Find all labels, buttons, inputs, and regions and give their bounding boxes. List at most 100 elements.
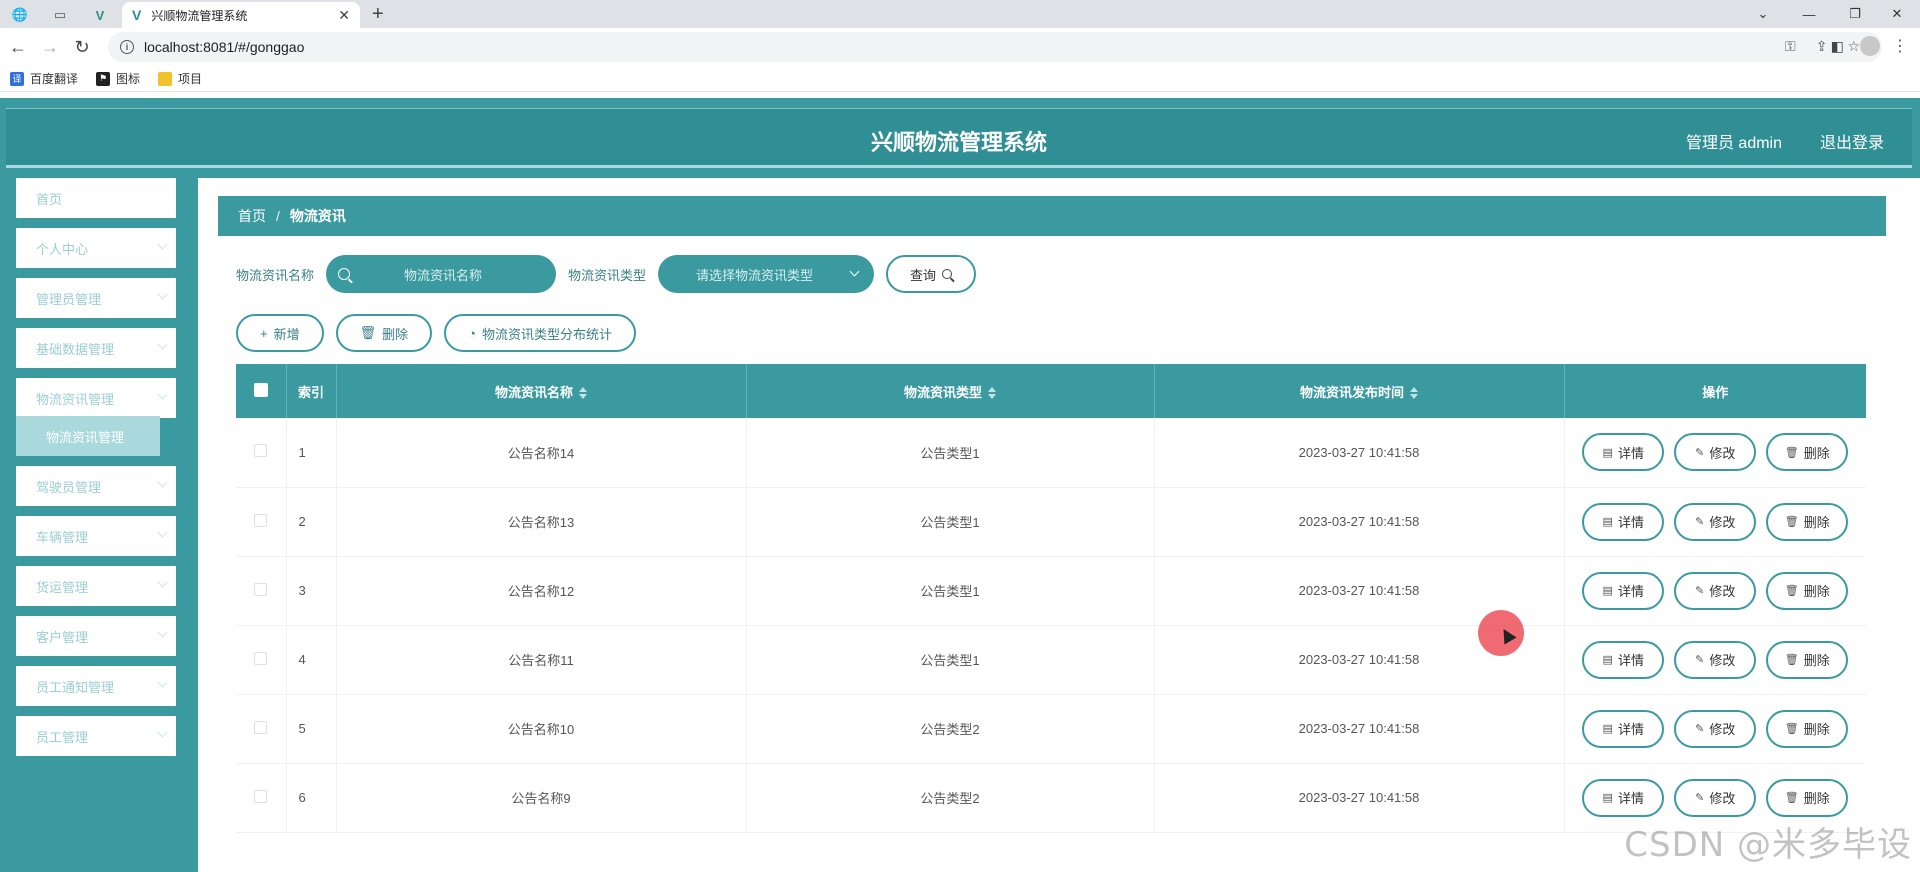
batch-delete-button[interactable]: 🗑 删除 <box>335 314 433 352</box>
type-select[interactable]: 请选择物流资讯类型 <box>658 255 875 293</box>
tab-search-icon[interactable]: ⌄ <box>1740 0 1786 28</box>
detail-button[interactable]: ▤ 详情 <box>1582 640 1665 679</box>
forward-icon[interactable]: → <box>38 36 62 58</box>
detail-button[interactable]: ▤ 详情 <box>1582 709 1665 748</box>
sidebar-subitem-logistics-news[interactable]: 物流资讯管理 <box>16 416 160 456</box>
query-button[interactable]: 查询 <box>886 255 977 293</box>
name-search-input[interactable]: 物流资讯名称 <box>326 255 557 293</box>
delete-button[interactable]: 🗑 删除 <box>1766 778 1849 817</box>
edit-button[interactable]: ✎ 修改 <box>1674 502 1757 541</box>
row-action-group: ▤ 详情 ✎ 修改 🗑 删除 <box>1565 571 1867 610</box>
menu-dots-icon[interactable]: ⋮ <box>1892 36 1908 56</box>
chevron-down-icon <box>157 527 168 538</box>
row-action-group: ▤ 详情 ✎ 修改 🗑 删除 <box>1565 640 1867 679</box>
table-row: 3 公告名称12 公告类型1 2023-03-27 10:41:58 ▤ 详情 ✎… <box>236 556 1867 626</box>
search-icon <box>942 269 953 279</box>
logout-button[interactable]: 退出登录 <box>1820 129 1884 153</box>
row-checkbox[interactable] <box>254 582 268 596</box>
type-stats-button[interactable]: ◔ 物流资讯类型分布统计 <box>444 314 637 352</box>
edit-button[interactable]: ✎ 修改 <box>1674 433 1757 472</box>
reload-icon[interactable]: ↻ <box>70 36 94 58</box>
sort-icon[interactable] <box>1410 387 1418 400</box>
row-checkbox[interactable] <box>254 720 268 734</box>
share-icon[interactable]: ⇪ <box>1816 38 1828 55</box>
sidebar-item-vehicles[interactable]: 车辆管理 <box>16 516 176 556</box>
name-filter-label: 物流资讯名称 <box>236 267 315 283</box>
sidebar-item-customers[interactable]: 客户管理 <box>16 616 176 656</box>
edit-button[interactable]: ✎ 修改 <box>1674 640 1757 679</box>
url-field[interactable]: i localhost:8081/#/gonggao <box>108 32 1882 62</box>
delete-button[interactable]: 🗑 删除 <box>1766 502 1849 541</box>
minimize-icon[interactable]: — <box>1786 0 1832 28</box>
bookmark-item[interactable]: 译 百度翻译 <box>10 70 78 87</box>
detail-button[interactable]: ▤ 详情 <box>1582 778 1665 817</box>
sidebar-item-staff[interactable]: 员工管理 <box>16 716 176 756</box>
row-checkbox[interactable] <box>254 651 268 665</box>
sort-icon[interactable] <box>988 387 996 400</box>
type-select-placeholder: 请选择物流资讯类型 <box>696 267 814 283</box>
restore-icon[interactable]: ❐ <box>1832 0 1878 28</box>
breadcrumb-separator: / <box>276 208 280 224</box>
row-name: 公告名称12 <box>336 556 747 626</box>
sidebar-item-basic-data[interactable]: 基础数据管理 <box>16 328 176 368</box>
document-icon: ▤ <box>1602 446 1613 459</box>
row-checkbox[interactable] <box>254 789 268 803</box>
edit-button[interactable]: ✎ 修改 <box>1674 709 1757 748</box>
sidebar-item-freight[interactable]: 货运管理 <box>16 566 176 606</box>
column-name[interactable]: 物流资讯名称 <box>336 364 747 418</box>
sidebar-item-admins[interactable]: 管理员管理 <box>16 278 176 318</box>
current-user: 管理员 admin <box>1685 135 1782 152</box>
trash-icon: 🗑 <box>359 325 377 340</box>
edit-button[interactable]: ✎ 修改 <box>1674 571 1757 610</box>
star-icon[interactable]: ☆ <box>1847 38 1860 55</box>
sidebar-item-logistics-news[interactable]: 物流资讯管理 <box>16 378 176 418</box>
new-tab-icon[interactable]: + <box>372 2 384 26</box>
delete-button[interactable]: 🗑 删除 <box>1766 640 1849 679</box>
sidebar-item-home[interactable]: 首页 <box>16 178 176 218</box>
detail-button[interactable]: ▤ 详情 <box>1582 502 1665 541</box>
vue-tab-icon[interactable]: V <box>82 4 118 26</box>
trash-icon: 🗑 <box>1784 585 1799 597</box>
trash-icon: 🗑 <box>1784 792 1799 804</box>
active-browser-tab[interactable]: V 兴顺物流管理系统 ✕ <box>122 2 360 28</box>
sidebar-item-staff-notices[interactable]: 员工通知管理 <box>16 666 176 706</box>
column-time[interactable]: 物流资讯发布时间 <box>1154 364 1565 418</box>
key-icon[interactable]: ⚿ <box>1785 38 1796 55</box>
sidebar-item-drivers[interactable]: 驾驶员管理 <box>16 466 176 506</box>
globe-icon[interactable]: 🌐 <box>2 4 38 26</box>
breadcrumb-home[interactable]: 首页 <box>238 206 266 226</box>
close-tab-icon[interactable]: ✕ <box>338 7 350 24</box>
row-time: 2023-03-27 10:41:58 <box>1154 487 1565 557</box>
row-checkbox[interactable] <box>254 513 268 527</box>
row-checkbox-cell <box>236 418 287 488</box>
bookmark-item[interactable]: ⚑ 图标 <box>96 70 140 87</box>
breadcrumb: 首页 / 物流资讯 <box>218 196 1886 236</box>
profile-avatar[interactable] <box>1860 36 1880 56</box>
name-search-placeholder: 物流资讯名称 <box>404 267 483 283</box>
detail-button[interactable]: ▤ 详情 <box>1582 571 1665 610</box>
column-type[interactable]: 物流资讯类型 <box>746 364 1155 418</box>
site-info-icon[interactable]: i <box>120 40 134 54</box>
trash-icon: 🗑 <box>1784 516 1799 528</box>
row-type: 公告类型2 <box>746 694 1155 764</box>
edit-button[interactable]: ✎ 修改 <box>1674 778 1757 817</box>
blank-tab-icon[interactable]: ▭ <box>42 4 78 26</box>
close-window-icon[interactable]: ✕ <box>1874 0 1920 28</box>
bookmark-item[interactable]: 项目 <box>158 70 202 87</box>
delete-button[interactable]: 🗑 删除 <box>1766 571 1849 610</box>
row-name: 公告名称9 <box>336 763 747 833</box>
add-button[interactable]: + 新增 <box>236 314 324 352</box>
row-checkbox[interactable] <box>254 444 268 458</box>
back-icon[interactable]: ← <box>6 36 30 58</box>
side-panel-icon[interactable]: ◧ <box>1831 38 1844 55</box>
chevron-down-icon <box>157 239 168 250</box>
delete-button[interactable]: 🗑 删除 <box>1766 709 1849 748</box>
delete-button[interactable]: 🗑 删除 <box>1766 433 1849 472</box>
row-actions: ▤ 详情 ✎ 修改 🗑 删除 <box>1564 694 1866 764</box>
browser-tab-strip: 🌐 ▭ V V 兴顺物流管理系统 ✕ + ⌄ — ❐ ✕ <box>0 0 1920 28</box>
sidebar-item-profile[interactable]: 个人中心 <box>16 228 176 268</box>
sort-icon[interactable] <box>579 387 587 400</box>
select-all-checkbox[interactable] <box>253 382 268 397</box>
detail-button[interactable]: ▤ 详情 <box>1582 433 1665 472</box>
chevron-down-icon <box>157 577 168 588</box>
